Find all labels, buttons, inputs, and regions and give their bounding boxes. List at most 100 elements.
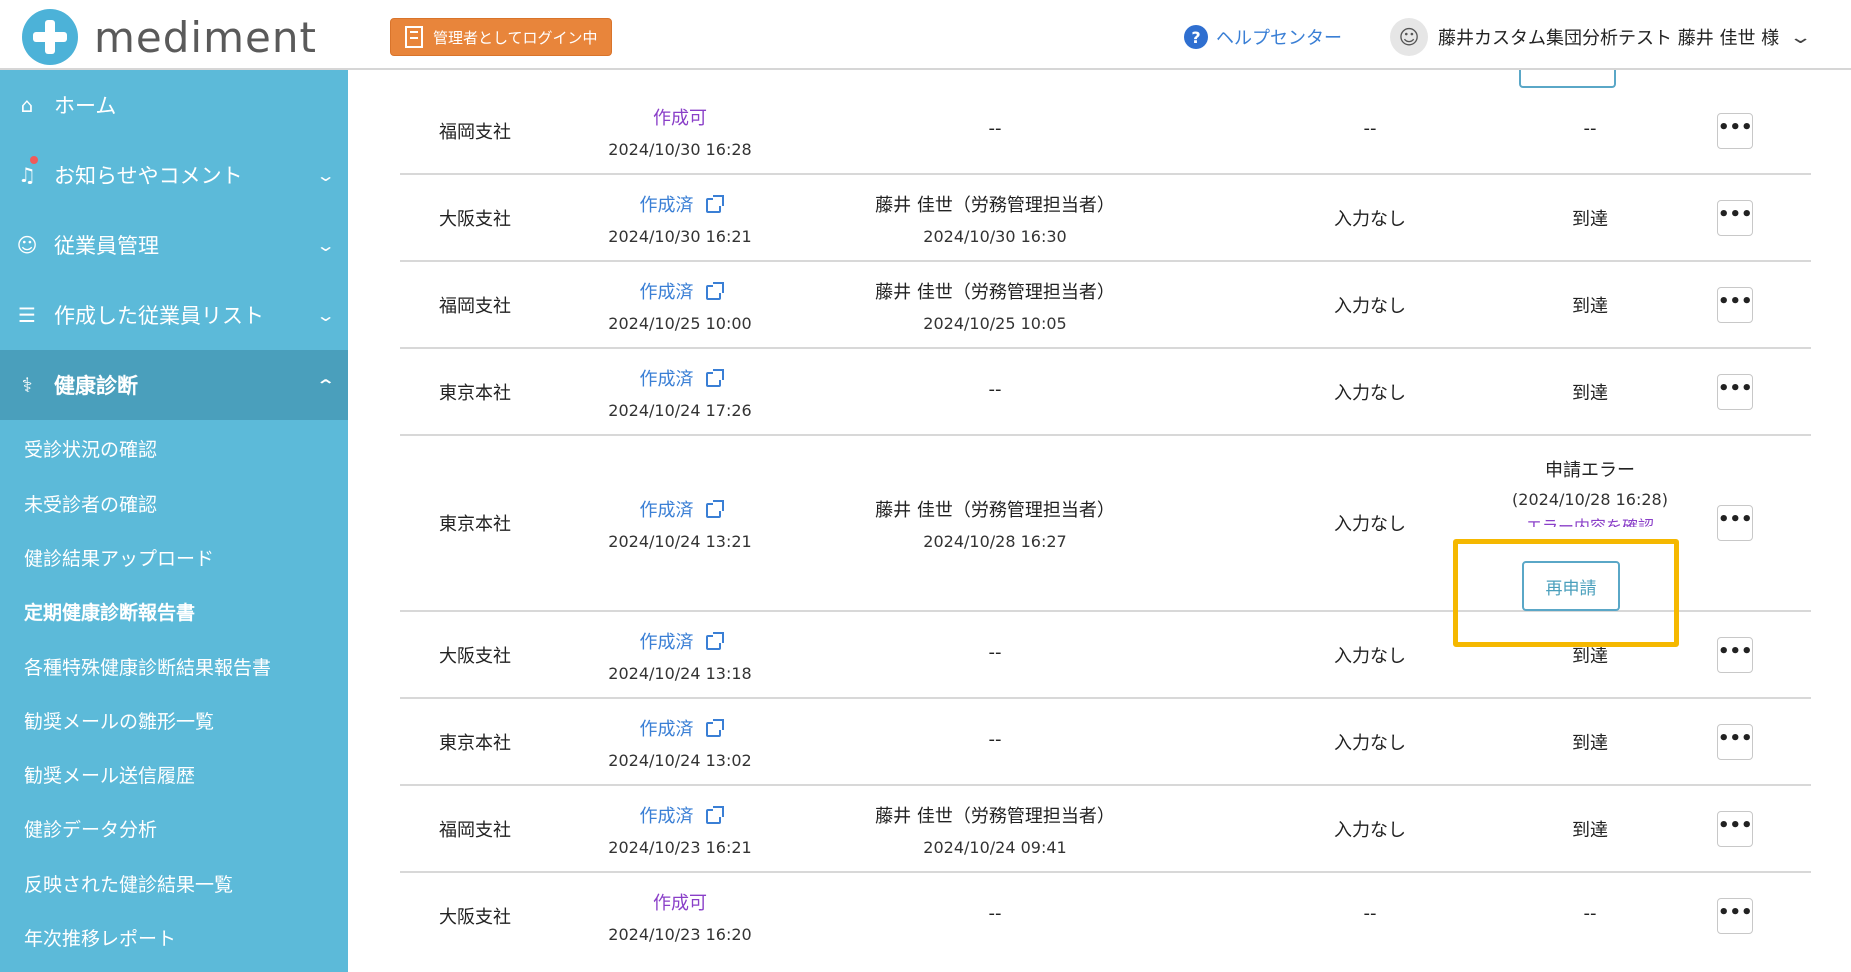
more-actions-button[interactable]: ••• <box>1717 113 1753 149</box>
person-cell: 藤井 佳世（労務管理担当者） 2024/10/30 16:30 <box>830 191 1160 246</box>
mediment-logo[interactable]: mediment <box>22 9 317 65</box>
status-cell: 作成可 2024/10/23 16:20 <box>560 889 800 944</box>
person-name: -- <box>988 903 1002 924</box>
status-link[interactable]: 作成済 <box>560 365 800 391</box>
external-link-icon <box>705 500 724 518</box>
sidebar-item-employee-lists[interactable]: ☰ 作成した従業員リスト ⌄ <box>0 280 348 350</box>
admin-login-badge[interactable]: 管理者としてログイン中 <box>390 18 612 56</box>
table-row: 大阪支社 作成済 2024/10/30 16:21 藤井 佳世（労務管理担当者）… <box>400 175 1811 262</box>
table-row: 東京本社 作成済 2024/10/24 13:02 -- 入力なし 到達 ••• <box>400 699 1811 786</box>
sidebar-subitem-reflected-results[interactable]: 反映された健診結果一覧 <box>24 870 233 897</box>
person-name: -- <box>988 642 1002 663</box>
sidebar-subitem-data-analysis[interactable]: 健診データ分析 <box>24 815 157 842</box>
sidebar-subitem-annual-report[interactable]: 年次推移レポート <box>24 924 176 951</box>
sidebar-subitem-upload[interactable]: 健診結果アップロード <box>24 544 214 571</box>
status-label[interactable]: 作成可 <box>560 104 800 130</box>
top-header: mediment 管理者としてログイン中 ? ヘルプセンター ☺ 藤井カスタム集… <box>0 0 1851 70</box>
status-label: 作成済 <box>639 632 694 653</box>
partial-button[interactable] <box>1519 70 1616 88</box>
sidebar-subitem-special-report[interactable]: 各種特殊健康診断結果報告書 <box>24 653 271 680</box>
status-date: 2024/10/24 13:21 <box>608 532 752 551</box>
sidebar-subitem-periodic-report[interactable]: 定期健康診断報告書 <box>24 598 195 625</box>
person-cell: -- <box>830 642 1160 663</box>
person-name: 藤井 佳世（労務管理担当者） <box>875 195 1115 216</box>
more-actions-button[interactable]: ••• <box>1717 724 1753 760</box>
more-actions-button[interactable]: ••• <box>1717 287 1753 323</box>
more-actions-button[interactable]: ••• <box>1717 898 1753 934</box>
sidebar-item-employees[interactable]: ☺ 従業員管理 ⌄ <box>0 210 348 280</box>
more-actions-button[interactable]: ••• <box>1717 505 1753 541</box>
table-row: 東京本社 作成済 2024/10/24 17:26 -- 入力なし 到達 ••• <box>400 349 1811 436</box>
input-status: 入力なし <box>1334 820 1406 841</box>
chevron-down-icon[interactable]: ⌄ <box>1789 27 1813 48</box>
sidebar-item-label: お知らせやコメント <box>54 164 243 188</box>
person-cell: -- <box>830 729 1160 750</box>
external-link-icon <box>705 632 724 650</box>
sidebar-subitem-mail-history[interactable]: 勧奨メール送信履歴 <box>24 761 195 788</box>
person-name: 藤井 佳世（労務管理担当者） <box>875 806 1115 827</box>
input-status: 入力なし <box>1334 646 1406 667</box>
arrival-status: 到達 <box>1572 646 1608 667</box>
input-status: 入力なし <box>1334 733 1406 754</box>
sidebar-item-notifications[interactable]: ♫ お知らせやコメント ⌄ <box>0 140 348 210</box>
person-name: 藤井 佳世（労務管理担当者） <box>875 500 1115 521</box>
bell-icon: ♫ <box>18 163 36 187</box>
status-link[interactable]: 作成済 <box>560 278 800 304</box>
sidebar: ⌂ ホーム ♫ お知らせやコメント ⌄ ☺ 従業員管理 ⌄ ☰ 作成した従業員リ… <box>0 70 348 972</box>
logo-cross-icon <box>22 9 78 65</box>
status-label: 作成済 <box>639 369 694 390</box>
more-actions-button[interactable]: ••• <box>1717 200 1753 236</box>
sidebar-item-home[interactable]: ⌂ ホーム <box>0 70 348 140</box>
person-cell: -- <box>830 903 1160 924</box>
status-link[interactable]: 作成済 <box>560 496 800 522</box>
status-cell: 作成済 2024/10/24 17:26 <box>560 365 800 420</box>
person-name: -- <box>988 118 1002 139</box>
chevron-up-icon: ⌃ <box>315 375 336 395</box>
user-avatar-icon: ☺ <box>1390 18 1428 56</box>
building-icon <box>405 26 423 48</box>
more-actions-button[interactable]: ••• <box>1717 637 1753 673</box>
more-actions-button[interactable]: ••• <box>1717 811 1753 847</box>
table-row: 福岡支社 作成済 2024/10/25 10:00 藤井 佳世（労務管理担当者）… <box>400 262 1811 349</box>
person-date: 2024/10/30 16:30 <box>923 227 1067 246</box>
arrival-status: -- <box>1583 118 1597 139</box>
sidebar-subitem-mail-templates[interactable]: 勧奨メールの雛形一覧 <box>24 707 214 734</box>
help-center-link[interactable]: ? ヘルプセンター <box>1184 24 1342 50</box>
branch-name: 大阪支社 <box>439 646 511 667</box>
input-status: -- <box>1363 903 1377 924</box>
status-link[interactable]: 作成済 <box>560 715 800 741</box>
branch-name: 福岡支社 <box>439 122 511 143</box>
report-table: 福岡支社 作成可 2024/10/30 16:28 -- -- -- ••• 大… <box>348 70 1851 972</box>
chevron-down-icon: ⌄ <box>315 305 336 325</box>
sidebar-item-label: ホーム <box>54 94 117 118</box>
person-cell: 藤井 佳世（労務管理担当者） 2024/10/24 09:41 <box>830 802 1160 857</box>
reapply-button[interactable]: 再申請 <box>1522 561 1620 611</box>
logo-text: mediment <box>94 12 317 62</box>
help-icon: ? <box>1184 25 1208 49</box>
external-link-icon <box>705 195 724 213</box>
person-date: 2024/10/24 09:41 <box>923 838 1067 857</box>
error-detail-link[interactable]: エラー内容を確認 <box>1460 513 1720 527</box>
more-actions-button[interactable]: ••• <box>1717 374 1753 410</box>
status-cell: 作成済 2024/10/25 10:00 <box>560 278 800 333</box>
branch-name: 大阪支社 <box>439 907 511 928</box>
status-link[interactable]: 作成済 <box>560 191 800 217</box>
input-status: 入力なし <box>1334 514 1406 535</box>
arrival-error-cell: 申請エラー (2024/10/28 16:28) エラー内容を確認 <box>1460 456 1720 527</box>
status-label[interactable]: 作成可 <box>560 889 800 915</box>
status-cell: 作成済 2024/10/24 13:18 <box>560 628 800 683</box>
help-label: ヘルプセンター <box>1216 28 1342 49</box>
user-menu[interactable]: ☺ 藤井カスタム集団分析テスト 藤井 佳世 様 ⌄ <box>1390 18 1813 56</box>
sidebar-item-health-checkup[interactable]: ⚕ 健康診断 ⌃ <box>0 350 348 420</box>
status-link[interactable]: 作成済 <box>560 802 800 828</box>
status-label: 作成済 <box>639 719 694 740</box>
sidebar-subitem-status[interactable]: 受診状況の確認 <box>24 435 157 462</box>
person-name: -- <box>988 729 1002 750</box>
sidebar-subitem-unexamined[interactable]: 未受診者の確認 <box>24 490 157 517</box>
status-cell: 作成済 2024/10/24 13:02 <box>560 715 800 770</box>
person-name: 藤井 佳世（労務管理担当者） <box>875 282 1115 303</box>
status-cell: 作成済 2024/10/30 16:21 <box>560 191 800 246</box>
branch-name: 福岡支社 <box>439 296 511 317</box>
status-link[interactable]: 作成済 <box>560 628 800 654</box>
table-row: 大阪支社 作成可 2024/10/23 16:20 -- -- -- ••• <box>400 873 1811 972</box>
